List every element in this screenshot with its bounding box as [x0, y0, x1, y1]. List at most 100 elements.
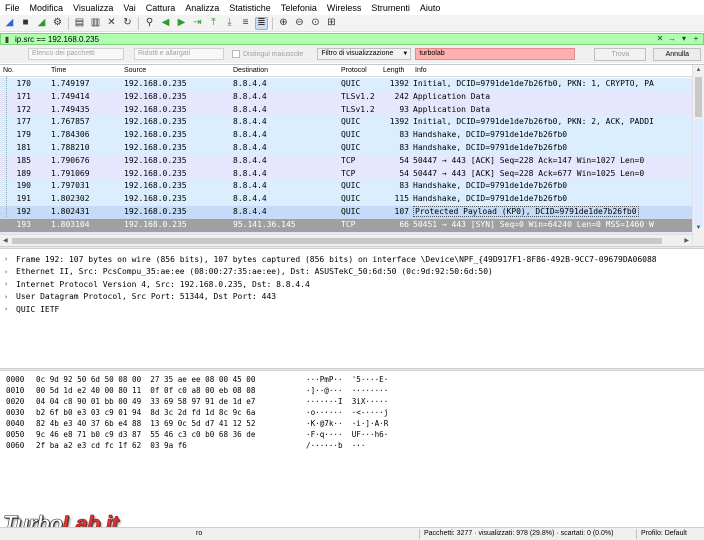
menu-analizza[interactable]: Analizza [185, 3, 219, 13]
hex-bytes[interactable]: 00 5d 1d e2 40 00 80 11 0f 0f c0 a8 00 e… [36, 386, 255, 395]
packet-row[interactable]: 189 1.791069 192.168.0.235 8.8.4.4 TCP 54 5044… [0, 167, 692, 181]
hex-ascii[interactable]: ·K·@7k·· ·i·]·A·R [306, 419, 388, 428]
pane-splitter[interactable] [0, 246, 704, 249]
hex-offset[interactable]: 0030 [6, 408, 24, 417]
packet-row[interactable]: 193 1.803104 192.168.0.235 95.141.36.145 TCP… [0, 218, 692, 232]
capture-options-icon[interactable]: ⚙ [51, 17, 64, 30]
packet-list-vscroll[interactable]: ▲ ▼ [692, 65, 704, 246]
menu-strumenti[interactable]: Strumenti [371, 3, 410, 13]
menu-modifica[interactable]: Modifica [30, 3, 64, 13]
scroll-thumb[interactable] [695, 77, 702, 117]
find-packet-icon[interactable]: ⚲ [143, 17, 156, 30]
packet-list-hscroll[interactable]: ◀ ▶ [0, 234, 692, 246]
hex-offset[interactable]: 0060 [6, 441, 24, 450]
packet-row[interactable]: 185 1.790676 192.168.0.235 8.8.4.4 TCP 54 5044… [0, 154, 692, 168]
first-packet-icon[interactable]: ⤒ [207, 17, 220, 30]
go-forward-icon[interactable]: ▶ [175, 17, 188, 30]
column-info[interactable]: Info [415, 67, 427, 74]
column-destination[interactable]: Destination [233, 67, 268, 74]
hex-offset[interactable]: 0050 [6, 430, 24, 439]
last-packet-icon[interactable]: ⤓ [223, 17, 236, 30]
chevron-right-icon[interactable]: › [4, 305, 16, 313]
cancel-button[interactable]: Annulla [653, 47, 702, 61]
go-to-packet-icon[interactable]: ⇥ [191, 17, 204, 30]
bookmark-icon[interactable]: ▮ [1, 35, 13, 44]
scroll-up-icon[interactable]: ▲ [693, 65, 704, 75]
hex-offset[interactable]: 0040 [6, 419, 24, 428]
hex-offset[interactable]: 0000 [6, 375, 24, 384]
restart-capture-icon[interactable]: ◢ [35, 17, 48, 30]
hex-ascii[interactable]: ·]··@··· ········ [306, 386, 388, 395]
detail-tree-item[interactable]: › Internet Protocol Version 4, Src: 192.1… [4, 278, 310, 291]
search-type-select[interactable]: Filtro di visualizzazione ▼ [317, 48, 412, 60]
resize-columns-icon[interactable]: ⊞ [325, 17, 338, 30]
detail-tree-item[interactable]: › Frame 192: 107 bytes on wire (856 bits)… [4, 253, 657, 266]
apply-filter-icon[interactable]: → [667, 34, 677, 44]
hex-ascii[interactable]: ·F·q···· UF···h6· [306, 430, 388, 439]
filter-dropdown-icon[interactable]: ▾ [679, 34, 689, 44]
case-sensitive-checkbox[interactable]: Distingui maiuscole [232, 50, 303, 58]
scroll-right-icon[interactable]: ▶ [684, 235, 689, 246]
go-back-icon[interactable]: ◀ [159, 17, 172, 30]
column-no[interactable]: No. [3, 67, 14, 74]
colorize-icon[interactable]: ≣ [255, 16, 268, 30]
hex-bytes[interactable]: 0c 9d 92 50 6d 50 08 00 27 35 ae ee 08 0… [36, 375, 255, 384]
column-time[interactable]: Time [51, 67, 66, 74]
display-filter-input[interactable]: ip.src == 192.168.0.235 [13, 35, 655, 44]
clear-filter-icon[interactable]: ✕ [655, 34, 665, 44]
hscroll-thumb[interactable] [12, 238, 662, 244]
reload-icon[interactable]: ↻ [121, 17, 134, 30]
packet-row[interactable]: 190 1.797031 192.168.0.235 8.8.4.4 QUIC 83 Han… [0, 180, 692, 194]
packet-row[interactable]: 170 1.749197 192.168.0.235 8.8.4.4 QUIC 1392 I… [0, 78, 692, 91]
menu-file[interactable]: File [5, 3, 20, 13]
packet-row[interactable]: 181 1.788210 192.168.0.235 8.8.4.4 QUIC 83 Han… [0, 142, 692, 155]
column-protocol[interactable]: Protocol [341, 67, 367, 74]
pane-splitter[interactable] [0, 368, 704, 371]
close-file-icon[interactable]: ✕ [105, 17, 118, 30]
scroll-left-icon[interactable]: ◀ [3, 235, 8, 246]
detail-tree-item[interactable]: › Ethernet II, Src: PcsCompu_35:ae:ee (08… [4, 266, 493, 279]
menu-telefonia[interactable]: Telefonia [281, 3, 317, 13]
packet-row[interactable]: 179 1.784306 192.168.0.235 8.8.4.4 QUIC 83 Han… [0, 129, 692, 142]
shark-fin-start-icon[interactable]: ◢ [3, 17, 16, 30]
search-input[interactable]: turbolab [415, 48, 576, 60]
chevron-right-icon[interactable]: › [4, 255, 16, 263]
packet-row[interactable]: 172 1.749435 192.168.0.235 8.8.4.4 TLSv1.2 93… [0, 103, 692, 117]
packet-row[interactable]: 192 1.802431 192.168.0.235 8.8.4.4 QUIC 107 Pr… [0, 206, 692, 219]
hex-offset[interactable]: 0020 [6, 397, 24, 406]
hex-bytes[interactable]: 04 04 c8 90 01 bb 00 49 33 69 58 97 91 d… [36, 397, 255, 406]
packet-list-field[interactable]: Elenco dei pacchetti [28, 48, 124, 60]
packet-row[interactable]: 177 1.767857 192.168.0.235 8.8.4.4 QUIC 1392 I… [0, 116, 692, 130]
detail-tree-item[interactable]: › QUIC IETF [4, 303, 59, 316]
hex-offset[interactable]: 0010 [6, 386, 24, 395]
column-length[interactable]: Length [383, 67, 404, 74]
auto-scroll-icon[interactable]: ≡ [239, 17, 252, 30]
menu-cattura[interactable]: Cattura [146, 3, 176, 13]
hex-bytes[interactable]: 9c 46 e8 71 b0 c9 d3 87 55 46 c3 c0 b0 6… [36, 430, 255, 439]
stop-capture-icon[interactable]: ■ [19, 17, 32, 30]
menu-aiuto[interactable]: Aiuto [420, 3, 441, 13]
hex-bytes[interactable]: b2 6f b0 e3 03 c9 01 94 8d 3c 2d fd 1d 8… [36, 408, 255, 417]
hex-ascii[interactable]: ·······I 3iX····· [306, 397, 388, 406]
hex-ascii[interactable]: /······b ··· [306, 441, 365, 450]
menu-wireless[interactable]: Wireless [327, 3, 362, 13]
zoom-out-icon[interactable]: ⊖ [293, 17, 306, 30]
add-filter-button-icon[interactable]: + [691, 34, 701, 44]
hex-bytes[interactable]: 2f ba a2 e3 cd fc 1f 62 03 9a f6 [36, 441, 187, 450]
find-button[interactable]: Trova [594, 47, 647, 61]
narrow-wide-field[interactable]: Ridotti e allargati [134, 48, 224, 60]
packet-row[interactable]: 171 1.749414 192.168.0.235 8.8.4.4 TLSv1.2 24… [0, 90, 692, 104]
open-file-icon[interactable]: ▤ [73, 17, 86, 30]
scroll-down-icon[interactable]: ▼ [693, 223, 704, 233]
menu-vai[interactable]: Vai [123, 3, 135, 13]
packet-row[interactable]: 191 1.802302 192.168.0.235 8.8.4.4 QUIC 115 Ha… [0, 193, 692, 206]
hex-ascii[interactable]: ···PmP·· '5····E· [306, 375, 388, 384]
save-file-icon[interactable]: ▥ [89, 17, 102, 30]
hex-ascii[interactable]: ·o······ ·<-····j [306, 408, 388, 417]
chevron-right-icon[interactable]: › [4, 268, 16, 276]
menu-visualizza[interactable]: Visualizza [73, 3, 113, 13]
menu-statistiche[interactable]: Statistiche [229, 3, 271, 13]
chevron-right-icon[interactable]: › [4, 293, 16, 301]
detail-tree-item[interactable]: › User Datagram Protocol, Src Port: 51344… [4, 291, 276, 304]
column-source[interactable]: Source [124, 67, 146, 74]
